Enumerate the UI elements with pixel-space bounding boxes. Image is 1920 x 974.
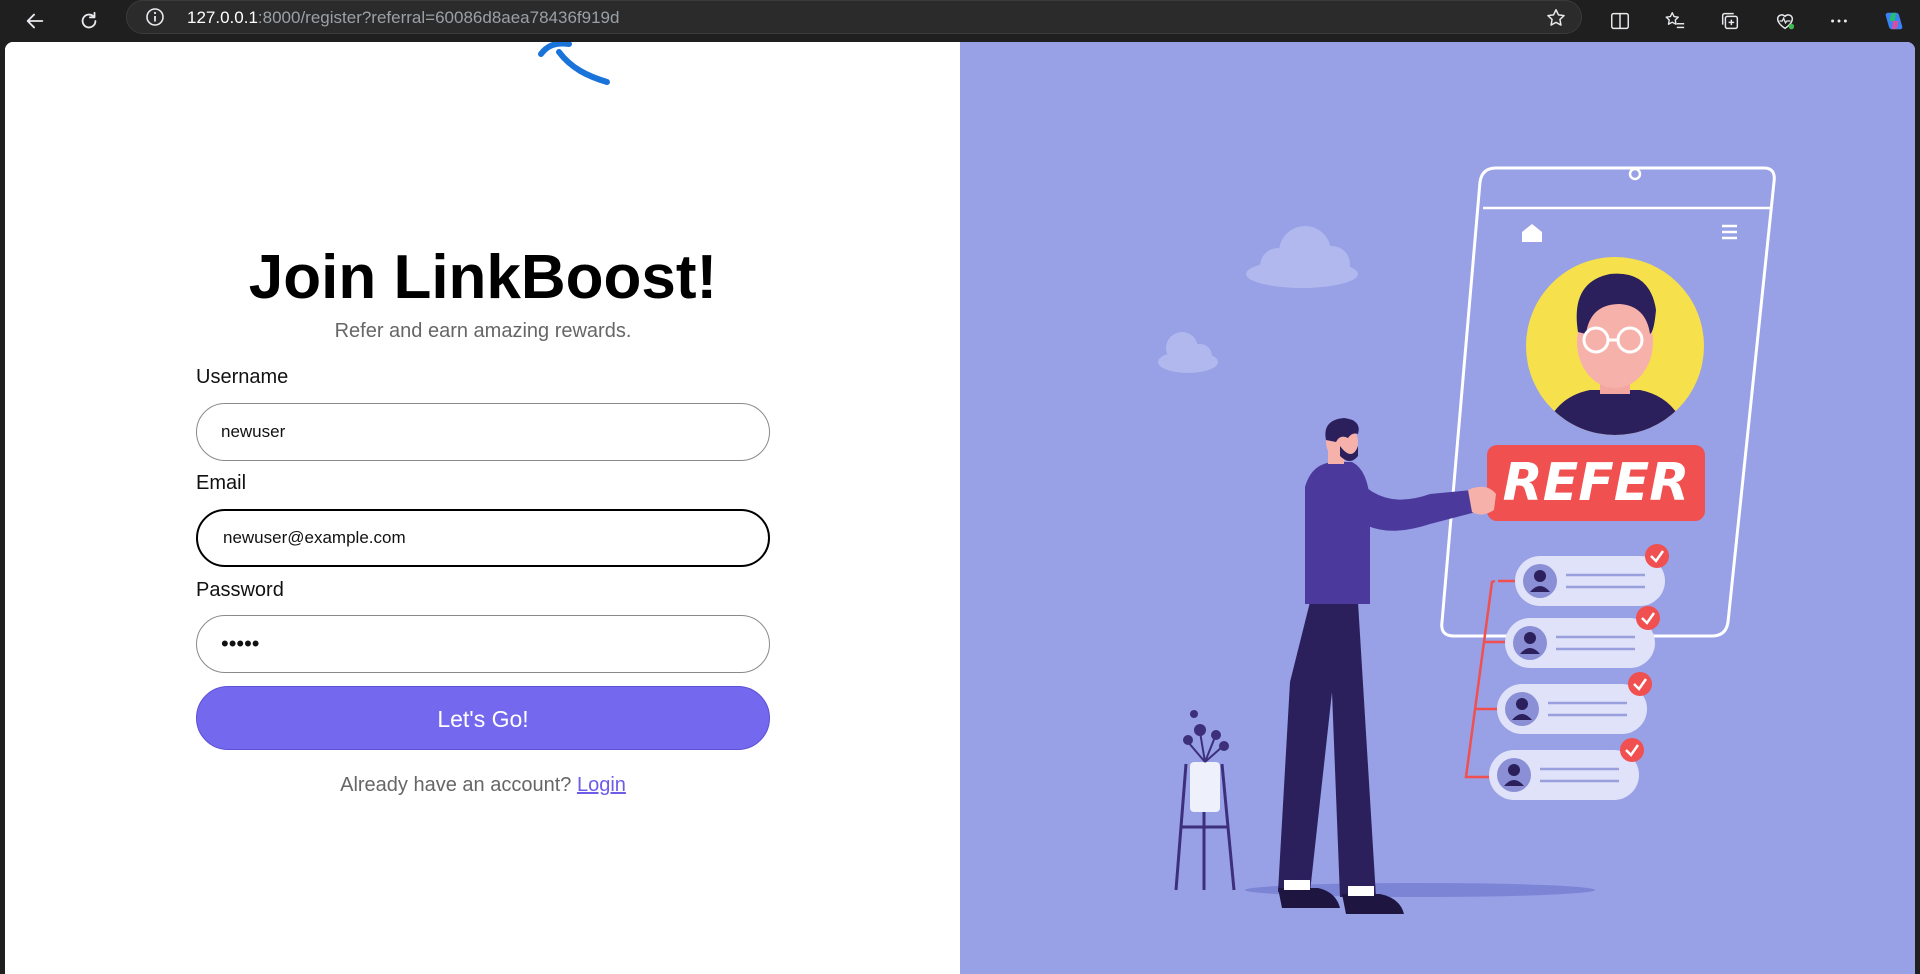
- avatar-illustration: [1526, 257, 1704, 435]
- registration-pane: Join LinkBoost! Refer and earn amazing r…: [5, 42, 960, 974]
- split-screen-button[interactable]: [1604, 5, 1636, 37]
- login-prompt: Already have an account? Login: [196, 774, 770, 797]
- heart-pulse-icon: [1776, 14, 1795, 30]
- refer-banner: REFER: [1487, 445, 1705, 521]
- referral-card: [1505, 606, 1660, 668]
- login-link[interactable]: Login: [577, 774, 626, 796]
- email-label: Email: [196, 472, 247, 494]
- hand-drawn-arrow-annotation: [538, 42, 610, 85]
- collections-button[interactable]: [1714, 5, 1746, 37]
- back-button[interactable]: [18, 4, 52, 38]
- cloud-small-icon: [1158, 332, 1218, 373]
- favorite-star-icon[interactable]: [1545, 7, 1567, 29]
- page-title: Join LinkBoost!: [248, 243, 718, 312]
- password-label: Password: [196, 579, 284, 601]
- page-viewport: Join LinkBoost! Refer and earn amazing r…: [5, 42, 1915, 974]
- username-input[interactable]: newuser: [196, 403, 770, 461]
- page-subtitle: Refer and earn amazing rewards.: [334, 320, 632, 342]
- home-icon: [1522, 224, 1542, 242]
- reload-icon: [81, 11, 97, 29]
- illustration-pane: REFER: [960, 42, 1915, 974]
- submit-button[interactable]: Let's Go!: [196, 686, 770, 750]
- site-info-icon[interactable]: [145, 7, 165, 27]
- address-bar[interactable]: 127.0.0.1:8000/register?referral=60086d8…: [126, 0, 1582, 34]
- copilot-button[interactable]: [1878, 5, 1910, 37]
- referral-illustration: REFER: [1158, 166, 1776, 914]
- collections-icon: [1721, 12, 1739, 30]
- favorites-button[interactable]: [1659, 5, 1691, 37]
- more-options-button[interactable]: [1823, 5, 1855, 37]
- man-illustration: [1278, 418, 1496, 914]
- referral-card: [1497, 672, 1652, 734]
- url-path: :8000/register?referral=60086d8aea78436f…: [257, 8, 620, 27]
- copilot-icon: [1885, 12, 1903, 30]
- back-arrow-icon: [26, 13, 44, 29]
- referral-card: [1489, 738, 1644, 800]
- reload-button[interactable]: [72, 4, 106, 38]
- split-screen-icon: [1611, 12, 1629, 30]
- plant-stand: [1174, 710, 1236, 891]
- login-prompt-text: Already have an account?: [340, 774, 572, 796]
- menu-icon: [1722, 224, 1737, 240]
- email-input[interactable]: newuser@example.com: [196, 509, 770, 567]
- cloud-large-icon: [1246, 226, 1358, 288]
- browser-toolbar: 127.0.0.1:8000/register?referral=60086d8…: [0, 0, 1920, 42]
- url-text[interactable]: 127.0.0.1:8000/register?referral=60086d8…: [187, 8, 619, 28]
- referral-tree-lines: [1464, 579, 1515, 779]
- browser-essentials-button[interactable]: [1769, 5, 1801, 37]
- favorites-list-icon: [1665, 12, 1685, 29]
- username-label: Username: [196, 366, 289, 388]
- refer-banner-text: REFER: [1503, 453, 1690, 513]
- more-dots-icon: [1831, 19, 1847, 23]
- url-host: 127.0.0.1: [187, 8, 258, 27]
- password-input[interactable]: •••••: [196, 615, 770, 673]
- referral-card: [1515, 544, 1669, 606]
